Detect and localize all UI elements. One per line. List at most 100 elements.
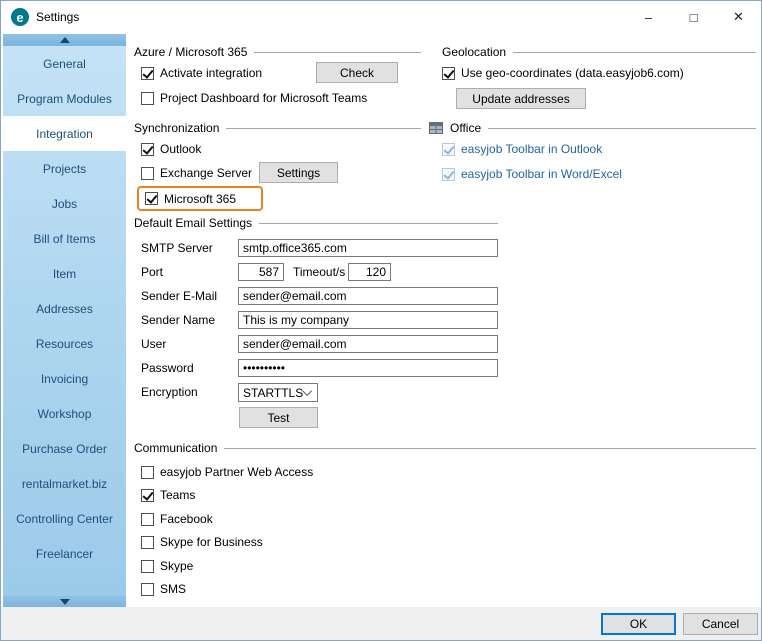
use-geo-row[interactable]: Use geo-coordinates (data.easyjob6.com)	[442, 65, 684, 81]
sidebar-item-integration[interactable]: Integration	[3, 116, 126, 151]
facebook-row[interactable]: Facebook	[141, 511, 213, 527]
close-button[interactable]: ✕	[716, 1, 761, 33]
outlook-checkbox[interactable]	[141, 143, 154, 156]
sidebar-item-freelancer[interactable]: Freelancer	[3, 536, 126, 571]
sidebar-item-bill-of-items[interactable]: Bill of Items	[3, 221, 126, 256]
sender-email-label: Sender E-Mail	[141, 287, 217, 305]
sidebar-item-program-modules[interactable]: Program Modules	[3, 81, 126, 116]
sidebar-item-workshop[interactable]: Workshop	[3, 396, 126, 431]
encryption-select[interactable]: STARTTLS	[238, 383, 318, 402]
sms-label: SMS	[160, 582, 186, 596]
toolbar-word-checkbox	[442, 168, 455, 181]
sender-email-input[interactable]	[238, 287, 498, 305]
sidebar-item-invoicing[interactable]: Invoicing	[3, 361, 126, 396]
sidebar-item-addresses[interactable]: Addresses	[3, 291, 126, 326]
skype-checkbox[interactable]	[141, 560, 154, 573]
sidebar-item-rentalmarket[interactable]: rentalmarket.biz	[3, 466, 126, 501]
group-azure-header: Azure / Microsoft 365	[134, 45, 421, 59]
use-geo-checkbox[interactable]	[442, 67, 455, 80]
port-label: Port	[141, 263, 163, 281]
outlook-row[interactable]: Outlook	[141, 141, 201, 157]
teams-checkbox[interactable]	[141, 489, 154, 502]
sidebar-item-jobs[interactable]: Jobs	[3, 186, 126, 221]
password-label: Password	[141, 359, 194, 377]
partner-web-access-label: easyjob Partner Web Access	[160, 465, 313, 479]
project-dashboard-checkbox[interactable]	[141, 92, 154, 105]
group-sync-title: Synchronization	[134, 121, 219, 135]
sender-name-input[interactable]	[238, 311, 498, 329]
project-dashboard-row[interactable]: Project Dashboard for Microsoft Teams	[141, 90, 367, 106]
scroll-up-icon	[60, 37, 70, 43]
sidebar-item-purchase-order[interactable]: Purchase Order	[3, 431, 126, 466]
group-email-line	[259, 223, 498, 224]
group-office-header: Office	[429, 121, 756, 135]
group-geolocation-header: Geolocation	[442, 45, 756, 59]
exchange-settings-button[interactable]: Settings	[259, 162, 338, 183]
sidebar-items: General Program Modules Integration Proj…	[3, 46, 126, 571]
window-title: Settings	[36, 10, 79, 24]
group-sync-line	[226, 128, 421, 129]
ok-button[interactable]: OK	[601, 613, 676, 635]
window-controls: – □ ✕	[626, 1, 761, 33]
group-email-title: Default Email Settings	[134, 216, 252, 230]
teams-row[interactable]: Teams	[141, 487, 195, 503]
use-geo-label: Use geo-coordinates (data.easyjob6.com)	[461, 66, 684, 80]
activate-integration-checkbox[interactable]	[141, 67, 154, 80]
skype-for-business-checkbox[interactable]	[141, 536, 154, 549]
toolbar-outlook-label: easyjob Toolbar in Outlook	[461, 142, 602, 156]
sms-row[interactable]: SMS	[141, 581, 186, 597]
port-input[interactable]	[238, 263, 284, 281]
sms-checkbox[interactable]	[141, 583, 154, 596]
minimize-button[interactable]: –	[626, 1, 671, 33]
group-azure-line	[254, 52, 421, 53]
teams-label: Teams	[160, 488, 195, 502]
toolbar-word-label: easyjob Toolbar in Word/Excel	[461, 167, 622, 181]
group-communication-title: Communication	[134, 441, 217, 455]
exchange-server-checkbox[interactable]	[141, 167, 154, 180]
partner-web-access-checkbox[interactable]	[141, 466, 154, 479]
microsoft365-row[interactable]: Microsoft 365	[145, 191, 236, 207]
cancel-button[interactable]: Cancel	[683, 613, 758, 635]
skype-for-business-label: Skype for Business	[160, 535, 263, 549]
skype-label: Skype	[160, 559, 193, 573]
group-sync-header: Synchronization	[134, 121, 421, 135]
partner-web-access-row[interactable]: easyjob Partner Web Access	[141, 464, 313, 480]
group-communication-line	[224, 448, 756, 449]
microsoft365-checkbox[interactable]	[145, 192, 158, 205]
microsoft365-highlight: Microsoft 365	[137, 186, 263, 211]
titlebar[interactable]: e Settings – □ ✕	[1, 1, 761, 33]
outlook-label: Outlook	[160, 142, 201, 156]
microsoft365-label: Microsoft 365	[164, 192, 236, 206]
sidebar-item-projects[interactable]: Projects	[3, 151, 126, 186]
sidebar-item-general[interactable]: General	[3, 46, 126, 81]
user-input[interactable]	[238, 335, 498, 353]
sidebar-scroll-up[interactable]	[3, 34, 126, 46]
exchange-server-row[interactable]: Exchange Server	[141, 165, 252, 181]
toolbar-outlook-checkbox	[442, 143, 455, 156]
settings-window: e Settings – □ ✕ General Program Modules…	[0, 0, 762, 641]
sidebar-item-resources[interactable]: Resources	[3, 326, 126, 361]
skype-for-business-row[interactable]: Skype for Business	[141, 534, 263, 550]
check-button[interactable]: Check	[316, 62, 398, 83]
chevron-down-icon	[302, 386, 312, 396]
project-dashboard-label: Project Dashboard for Microsoft Teams	[160, 91, 367, 105]
password-input[interactable]	[238, 359, 498, 377]
facebook-label: Facebook	[160, 512, 213, 526]
skype-row[interactable]: Skype	[141, 558, 193, 574]
update-addresses-button[interactable]: Update addresses	[456, 88, 586, 109]
facebook-checkbox[interactable]	[141, 513, 154, 526]
group-geolocation-title: Geolocation	[442, 45, 506, 59]
encryption-label: Encryption	[141, 383, 198, 401]
group-office-title: Office	[450, 121, 481, 135]
scroll-down-icon	[60, 599, 70, 605]
maximize-button[interactable]: □	[671, 1, 716, 33]
group-azure-title: Azure / Microsoft 365	[134, 45, 247, 59]
toolbar-outlook-row: easyjob Toolbar in Outlook	[442, 141, 602, 157]
timeout-input[interactable]	[348, 263, 391, 281]
group-email-header: Default Email Settings	[134, 216, 498, 230]
test-button[interactable]: Test	[239, 407, 318, 428]
smtp-server-input[interactable]	[238, 239, 498, 257]
sidebar-item-item[interactable]: Item	[3, 256, 126, 291]
sidebar-item-controlling-center[interactable]: Controlling Center	[3, 501, 126, 536]
activate-integration-row[interactable]: Activate integration	[141, 65, 262, 81]
